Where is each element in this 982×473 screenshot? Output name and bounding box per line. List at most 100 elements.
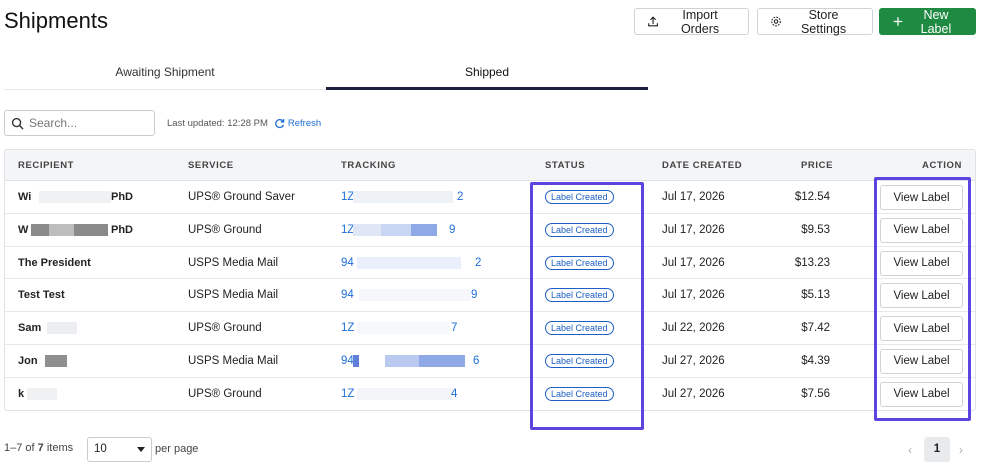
- tracking-end[interactable]: 6: [473, 345, 479, 377]
- new-label-text: New Label: [920, 7, 952, 36]
- col-status[interactable]: STATUS: [545, 150, 585, 181]
- redacted-block: [353, 354, 359, 367]
- caret-down-icon: [137, 447, 145, 452]
- price-cell: $12.54: [794, 191, 830, 203]
- recipient-suffix: PhD: [111, 191, 133, 203]
- date-cell: Jul 17, 2026: [662, 289, 725, 302]
- table-row[interactable]: Sam UPS® Ground 1Z 7 Label Created Jul 22, 20…: [5, 312, 975, 345]
- tracking-start[interactable]: 1Z: [341, 312, 354, 344]
- tracking-end[interactable]: 7: [451, 312, 457, 344]
- recipient-name: Test Test: [18, 289, 65, 302]
- date-cell: Jul 27, 2026: [662, 354, 725, 367]
- service-cell: UPS® Ground: [188, 387, 262, 400]
- tracking-end[interactable]: 9: [449, 214, 455, 246]
- table-row[interactable]: k UPS® Ground 1Z 4 Label Created Jul 27, 2026…: [5, 378, 975, 410]
- page-title: Shipments: [4, 8, 108, 33]
- redacted-block: [357, 387, 453, 400]
- redacted-block: [353, 223, 381, 236]
- tab-awaiting-shipment[interactable]: Awaiting Shipment: [4, 58, 326, 90]
- recipient-name: k: [18, 387, 25, 400]
- new-label-button[interactable]: New Label: [879, 7, 976, 36]
- service-cell: USPS Media Mail: [188, 289, 279, 302]
- per-page-value: 10: [94, 443, 107, 455]
- redacted-block: [357, 322, 449, 335]
- search-box[interactable]: [4, 110, 155, 136]
- date-cell: Jul 17, 2026: [662, 256, 725, 269]
- recipient-cell: Wi PhD: [18, 181, 133, 213]
- col-tracking[interactable]: TRACKING: [341, 150, 396, 181]
- redacted-block: [381, 223, 411, 236]
- recipient-name: W: [18, 223, 29, 236]
- table-row[interactable]: Jon USPS Media Mail 94 6 Label Created Jul 27…: [5, 345, 975, 378]
- recipient-cell: Sam: [18, 312, 41, 344]
- shipments-table: RECIPIENT SERVICE TRACKING STATUS DATE C…: [4, 149, 976, 411]
- tracking-start[interactable]: 94: [341, 279, 354, 311]
- item-count: 1–7 of 7 items: [4, 442, 73, 454]
- table-row[interactable]: The President USPS Media Mail 94 2 Label Cre…: [5, 247, 975, 280]
- refresh-icon: [275, 119, 285, 129]
- service-cell: USPS Media Mail: [188, 354, 279, 367]
- table-row[interactable]: Wi PhD UPS® Ground Saver 1Z 2 Label Created Ju…: [5, 181, 975, 214]
- redacted-block: [74, 223, 108, 236]
- per-page-label: per page: [155, 443, 199, 455]
- date-cell: Jul 17, 2026: [662, 223, 725, 236]
- recipient-name: Jon: [18, 354, 38, 367]
- col-recipient[interactable]: RECIPIENT: [18, 150, 74, 181]
- import-orders-button[interactable]: Import Orders: [634, 8, 749, 36]
- redacted-block: [49, 223, 74, 236]
- tracking-start[interactable]: 94: [341, 345, 354, 377]
- col-date-created[interactable]: DATE CREATED: [662, 150, 742, 181]
- price-cell: $13.23: [794, 256, 830, 269]
- recipient-cell: The President: [18, 247, 91, 279]
- recipient-name: The President: [18, 256, 91, 269]
- redacted-block: [411, 223, 437, 236]
- col-service[interactable]: SERVICE: [188, 150, 234, 181]
- refresh-link[interactable]: Refresh: [274, 118, 321, 129]
- recipient-cell: k: [18, 378, 24, 410]
- tracking-start[interactable]: 94: [341, 247, 354, 279]
- redacted-block: [27, 387, 57, 400]
- recipient-name: Sam: [18, 322, 42, 335]
- recipient-cell: Jon: [18, 345, 38, 377]
- page-number[interactable]: 1: [924, 437, 950, 462]
- tracking-end[interactable]: 9: [471, 279, 477, 311]
- item-range: 1–7: [4, 442, 23, 454]
- last-updated: Last updated: 12:28 PM Refresh: [167, 118, 321, 129]
- redacted-block: [353, 191, 453, 203]
- tracking-end[interactable]: 2: [475, 247, 481, 279]
- redacted-block: [357, 256, 461, 269]
- price-cell: $7.56: [801, 387, 830, 400]
- tab-shipped[interactable]: Shipped: [326, 58, 648, 90]
- redacted-block: [359, 289, 471, 302]
- chevron-right-icon[interactable]: ›: [959, 443, 963, 457]
- tracking-end[interactable]: 4: [451, 378, 457, 410]
- item-total: 7: [37, 442, 44, 454]
- price-cell: $5.13: [801, 289, 830, 302]
- status-column-highlight: [530, 182, 644, 430]
- recipient-cell: Test Test: [18, 279, 65, 311]
- col-price[interactable]: PRICE: [801, 150, 833, 181]
- date-cell: Jul 27, 2026: [662, 387, 725, 400]
- upload-icon: [648, 16, 658, 27]
- service-cell: USPS Media Mail: [188, 256, 279, 269]
- chevron-left-icon[interactable]: ‹: [908, 443, 912, 457]
- redacted-block: [419, 354, 465, 367]
- store-settings-button[interactable]: Store Settings: [757, 8, 873, 36]
- service-cell: UPS® Ground: [188, 322, 262, 335]
- table-row[interactable]: Test Test USPS Media Mail 94 9 Label Created…: [5, 279, 975, 313]
- item-label: items: [46, 442, 74, 454]
- tab-bar: Awaiting Shipment Shipped: [4, 58, 648, 90]
- redacted-block: [31, 223, 49, 236]
- tracking-start[interactable]: 1Z: [341, 378, 354, 410]
- recipient-cell: W PhD: [18, 214, 133, 246]
- date-cell: Jul 17, 2026: [662, 191, 725, 203]
- recipient-suffix: PhD: [111, 223, 133, 236]
- redacted-block: [39, 191, 111, 203]
- redacted-block: [47, 322, 77, 335]
- last-updated-text: Last updated: 12:28 PM: [167, 118, 268, 129]
- per-page-select[interactable]: 10: [87, 437, 152, 462]
- table-row[interactable]: W PhD UPS® Ground 1Z 9 Label Created Jul 17, 2…: [5, 214, 975, 247]
- tracking-end[interactable]: 2: [457, 181, 463, 213]
- service-cell: UPS® Ground: [188, 223, 262, 236]
- search-input[interactable]: [29, 116, 144, 130]
